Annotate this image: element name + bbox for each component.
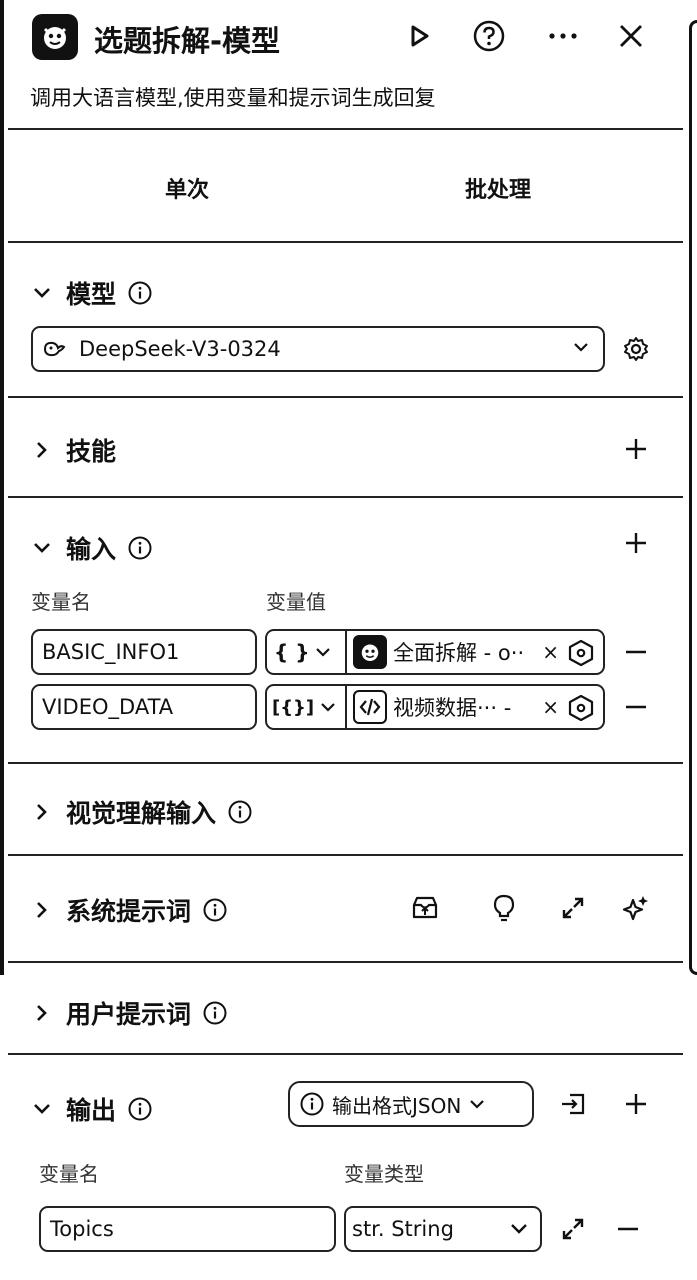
chevron-down-icon [469, 1098, 485, 1110]
column-label-var-type: 变量类型 [344, 1162, 424, 1186]
output-var-type-select[interactable]: str. String [344, 1206, 542, 1252]
section-title: 模型 [66, 280, 117, 309]
more-icon[interactable] [545, 18, 581, 54]
column-label-var-name: 变量名 [39, 1162, 99, 1186]
variable-reference-chip[interactable]: 全面拆解 - o·· [347, 635, 547, 669]
clear-reference-icon[interactable]: × [542, 695, 559, 719]
variable-picker-icon[interactable] [567, 639, 595, 667]
model-name: DeepSeek-V3-0324 [79, 337, 281, 361]
chevron-down-icon[interactable] [30, 281, 54, 305]
coze-logo-icon [353, 635, 387, 669]
section-skills: 技能 [8, 398, 683, 498]
chevron-down-icon [510, 1222, 528, 1235]
section-title: 用户提示词 [66, 1000, 192, 1029]
output-format-select[interactable]: 输出格式JSON [288, 1081, 534, 1127]
section-input: 输入 变量名 变量值 BASIC_INFO1 { } 全面拆解 - o·· × [8, 498, 683, 764]
info-icon [300, 1092, 324, 1116]
input-var-name-field[interactable]: VIDEO_DATA [31, 684, 257, 730]
remove-input-minus-icon[interactable] [619, 690, 653, 724]
ai-sparkle-icon[interactable] [619, 891, 653, 925]
info-icon[interactable] [203, 898, 227, 922]
variable-reference-chip[interactable]: 视频数据··· - [347, 690, 547, 724]
array-object-type-icon: [{}] [272, 696, 315, 718]
info-icon[interactable] [128, 1097, 152, 1121]
input-var-value-field: { } 全面拆解 - o·· × [265, 629, 605, 675]
section-system-prompt: 系统提示词 [8, 856, 683, 963]
remove-input-minus-icon[interactable] [619, 635, 653, 669]
left-edge-border [0, 0, 4, 975]
model-select[interactable]: DeepSeek-V3-0324 [31, 326, 605, 372]
model-settings-gear-icon[interactable] [619, 332, 653, 366]
section-title: 输入 [66, 535, 117, 564]
info-icon[interactable] [203, 1001, 227, 1025]
column-label-var-name: 变量名 [31, 590, 91, 614]
column-label-var-value: 变量值 [266, 590, 326, 614]
reference-label: 视频数据··· - [393, 696, 512, 720]
node-description: 调用大语言模型,使用变量和提示词生成回复 [30, 86, 436, 110]
section-user-prompt: 用户提示词 [8, 963, 683, 1055]
chevron-right-icon[interactable] [30, 438, 54, 462]
info-icon[interactable] [228, 800, 252, 824]
var-type-select[interactable]: { } [267, 631, 347, 673]
object-type-icon: { } [274, 640, 310, 664]
help-icon[interactable] [471, 18, 507, 54]
tab-batch[interactable]: 批处理 [465, 172, 531, 204]
expand-icon[interactable] [556, 1212, 590, 1246]
section-title: 系统提示词 [66, 897, 192, 926]
var-type-select[interactable]: [{}] [267, 686, 347, 728]
section-model: 模型 DeepSeek-V3-0324 [8, 243, 683, 398]
add-output-plus-icon[interactable] [619, 1087, 653, 1121]
chevron-down-icon [573, 341, 589, 353]
info-icon[interactable] [128, 281, 152, 305]
info-icon[interactable] [128, 536, 152, 560]
add-input-plus-icon[interactable] [619, 526, 653, 560]
deepseek-icon [43, 339, 69, 359]
coze-logo-icon [32, 14, 78, 60]
chevron-down-icon [320, 701, 336, 713]
input-var-name-field[interactable]: BASIC_INFO1 [31, 629, 257, 675]
panel-header: 选题拆解-模型 调用大语言模型,使用变量和提示词生成回复 [8, 0, 683, 130]
close-icon[interactable] [613, 18, 649, 54]
tab-single[interactable]: 单次 [165, 172, 209, 204]
clear-reference-icon[interactable]: × [542, 640, 559, 664]
chevron-down-icon [315, 646, 331, 658]
remove-output-minus-icon[interactable] [611, 1212, 645, 1246]
right-scrollbar[interactable] [689, 20, 697, 975]
lightbulb-icon[interactable] [487, 891, 521, 925]
node-title[interactable]: 选题拆解-模型 [94, 18, 280, 60]
chevron-right-icon[interactable] [30, 898, 54, 922]
section-title: 技能 [66, 437, 117, 466]
section-output: 输出 输出格式JSON 变量名 变量类型 Topics str. String [8, 1055, 683, 1280]
run-icon[interactable] [401, 18, 437, 54]
code-icon [353, 690, 387, 724]
chevron-down-icon[interactable] [30, 536, 54, 560]
section-vision-input: 视觉理解输入 [8, 764, 683, 856]
input-var-value-field: [{}] 视频数据··· - × [265, 684, 605, 730]
run-mode-tabs: 单次 批处理 [8, 130, 683, 243]
chevron-right-icon[interactable] [30, 800, 54, 824]
section-title: 输出 [66, 1096, 117, 1125]
reference-label: 全面拆解 - o·· [393, 641, 525, 665]
output-format-label: 输出格式JSON [332, 1093, 462, 1118]
section-title: 视觉理解输入 [66, 799, 217, 828]
chevron-right-icon[interactable] [30, 1001, 54, 1025]
output-var-name-field[interactable]: Topics [39, 1206, 336, 1252]
expand-icon[interactable] [556, 891, 590, 925]
import-icon[interactable] [556, 1087, 590, 1121]
prompt-library-icon[interactable] [408, 891, 442, 925]
add-skill-plus-icon[interactable] [619, 432, 653, 466]
node-config-panel: 选题拆解-模型 调用大语言模型,使用变量和提示词生成回复 单次 批处理 模型 D… [8, 0, 683, 1280]
chevron-down-icon[interactable] [30, 1097, 54, 1121]
variable-picker-icon[interactable] [567, 694, 595, 722]
